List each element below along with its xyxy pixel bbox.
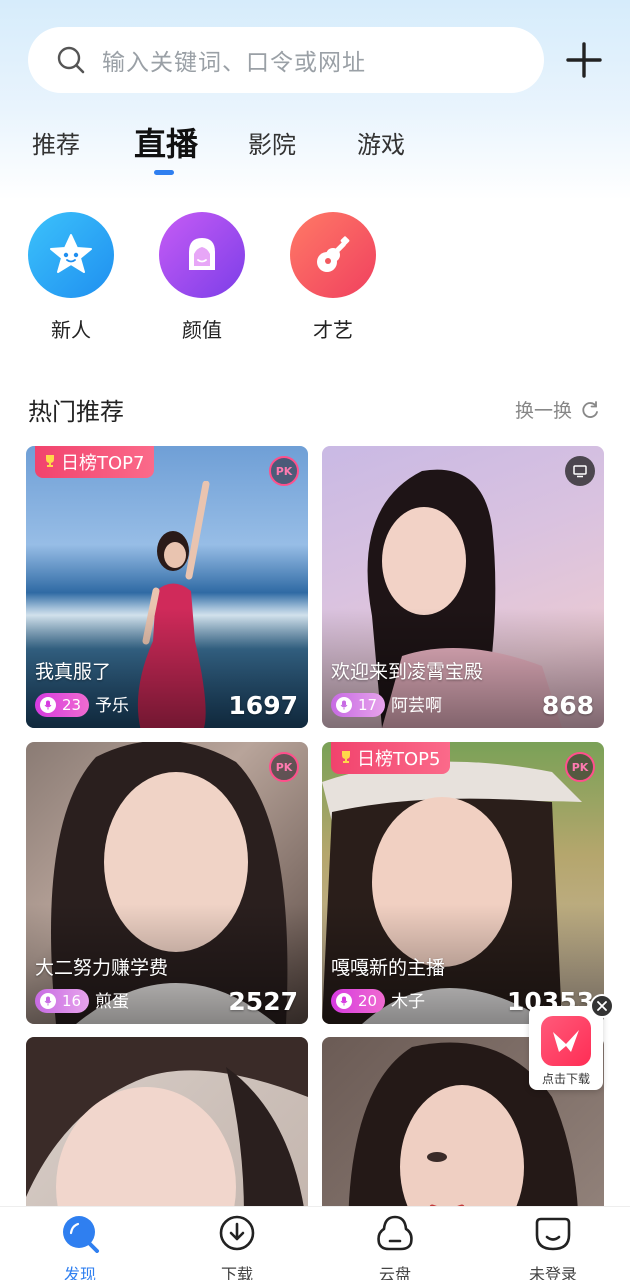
guitar-icon: [290, 212, 376, 298]
nav-discover[interactable]: 发现: [40, 1213, 120, 1280]
level-badge: 16: [35, 989, 89, 1013]
mic-icon: [40, 697, 56, 713]
category-talent[interactable]: 才艺: [290, 212, 376, 343]
tab-recommend[interactable]: 推荐: [32, 125, 80, 160]
pk-badge: PK: [269, 752, 299, 782]
nav-label: 云盘: [378, 1265, 411, 1280]
nav-cloud[interactable]: 云盘: [355, 1213, 435, 1280]
category-label: 才艺: [313, 318, 353, 342]
screen-cast-icon: [565, 456, 595, 486]
app-logo-icon: [541, 1016, 591, 1066]
user-icon: [535, 1217, 571, 1251]
live-card[interactable]: 日榜TOP5 PK 嘎嘎新的主播 20 木子 10353: [322, 742, 604, 1024]
level-number: 17: [358, 696, 378, 714]
mic-icon: [336, 993, 352, 1009]
search-bar[interactable]: 输入关键词、口令或网址: [28, 27, 544, 93]
live-card[interactable]: PK 大二努力赚学费 16 煎蛋 2527: [26, 742, 308, 1024]
tab-live[interactable]: 直播: [134, 119, 198, 165]
stream-title: 嘎嘎新的主播: [331, 957, 446, 979]
anchor-name: 煎蛋: [95, 992, 129, 1012]
download-icon: [219, 1215, 255, 1251]
rank-label: 日榜TOP5: [357, 749, 441, 770]
tab-cinema[interactable]: 影院: [248, 125, 296, 160]
rank-badge: 日榜TOP5: [331, 742, 451, 774]
top-tabs: 推荐 直播 影院 游戏: [0, 115, 630, 185]
live-card[interactable]: 欢迎来到凌霄宝殿 17 阿芸啊 868: [322, 446, 604, 728]
nav-label: 下载: [220, 1265, 253, 1280]
viewer-count: 2527: [228, 987, 298, 1016]
nav-account[interactable]: 未登录: [513, 1213, 593, 1280]
nav-label: 发现: [63, 1265, 96, 1280]
tab-games[interactable]: 游戏: [357, 125, 405, 160]
stream-title: 大二努力赚学费: [35, 957, 169, 979]
rank-badge: 日榜TOP7: [35, 446, 155, 478]
stream-title: 我真服了: [35, 661, 112, 683]
live-card[interactable]: 日榜TOP7 PK 我真服了 23 予乐 1697: [26, 446, 308, 728]
mic-icon: [40, 993, 56, 1009]
girl-face-icon: [159, 212, 245, 298]
category-label: 颜值: [182, 318, 222, 342]
close-icon[interactable]: [590, 994, 614, 1018]
section-title: 热门推荐: [28, 398, 124, 426]
active-tab-indicator: [154, 170, 174, 175]
bottom-navigation: 发现 下载 云盘 未登录: [0, 1206, 630, 1280]
mic-icon: [336, 697, 352, 713]
level-badge: 23: [35, 693, 89, 717]
anchor-name: 予乐: [95, 696, 129, 716]
level-badge: 17: [331, 693, 385, 717]
trophy-icon: [339, 748, 353, 769]
nav-label: 未登录: [528, 1265, 577, 1280]
rank-label: 日榜TOP7: [61, 453, 145, 474]
pk-badge: PK: [269, 456, 299, 486]
anchor-name: 阿芸啊: [391, 696, 442, 716]
pk-badge: PK: [565, 752, 595, 782]
viewer-count: 1697: [228, 691, 298, 720]
discover-icon: [63, 1216, 99, 1253]
level-number: 23: [62, 696, 82, 714]
anchor-name: 木子: [391, 992, 425, 1012]
refresh-button[interactable]: 换一换: [515, 396, 600, 423]
promo-label: 点击下载: [541, 1072, 590, 1086]
refresh-label: 换一换: [515, 400, 573, 422]
refresh-icon: [582, 400, 598, 418]
search-icon: [57, 46, 85, 74]
level-number: 16: [62, 992, 82, 1010]
level-badge: 20: [331, 989, 385, 1013]
trophy-icon: [43, 452, 57, 473]
viewer-count: 868: [541, 691, 594, 720]
stream-title: 欢迎来到凌霄宝殿: [331, 661, 484, 683]
download-promo[interactable]: 点击下载: [529, 1006, 603, 1090]
star-face-icon: [28, 212, 114, 298]
nav-download[interactable]: 下载: [197, 1213, 277, 1280]
add-plus-icon[interactable]: [564, 40, 604, 80]
category-label: 新人: [51, 318, 91, 342]
level-number: 20: [358, 992, 378, 1010]
search-input[interactable]: 输入关键词、口令或网址: [102, 43, 366, 77]
cloud-icon: [377, 1215, 413, 1251]
category-looks[interactable]: 颜值: [159, 212, 245, 343]
category-newbie[interactable]: 新人: [28, 212, 114, 343]
